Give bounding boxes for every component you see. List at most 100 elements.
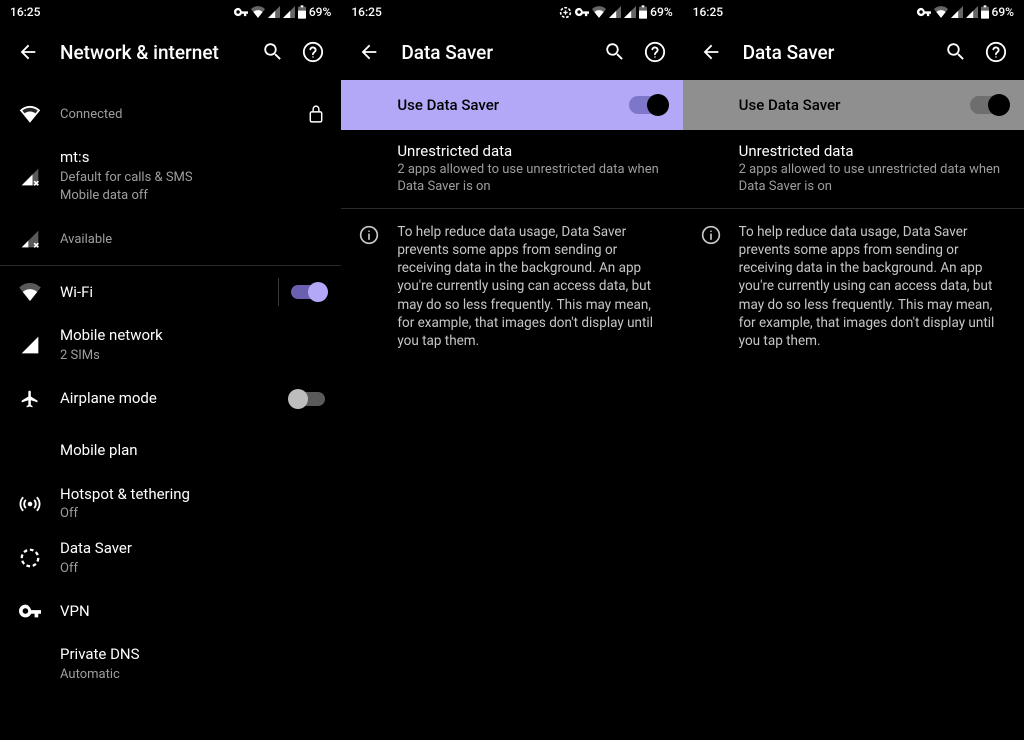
airplane-icon — [20, 389, 40, 409]
status-time: 16:25 — [693, 5, 723, 19]
battery-icon — [981, 5, 989, 19]
help-icon — [644, 41, 666, 63]
help-button[interactable] — [976, 32, 1016, 72]
status-time: 16:25 — [10, 5, 40, 19]
app-bar: Network & internet — [0, 24, 341, 80]
page-title: Data Saver — [389, 41, 594, 64]
help-icon — [985, 41, 1007, 63]
signal-1-icon — [951, 6, 963, 18]
vpn-key-icon — [917, 7, 931, 17]
arrow-back-icon — [358, 41, 380, 63]
use-data-saver-label: Use Data Saver — [397, 96, 628, 114]
lock-icon — [307, 104, 325, 124]
airplane-toggle[interactable] — [291, 392, 325, 406]
mobile-network-row[interactable]: Mobile network 2 SIMs — [0, 318, 341, 372]
info-row: To help reduce data usage, Data Saver pr… — [683, 209, 1024, 365]
back-button[interactable] — [691, 32, 731, 72]
signal-2-icon — [966, 6, 978, 18]
use-data-saver-row[interactable]: Use Data Saver — [683, 80, 1024, 130]
airplane-row[interactable]: Airplane mode — [0, 373, 341, 425]
mobile-sub: 2 SIMs — [60, 348, 325, 365]
search-button[interactable] — [936, 32, 976, 72]
use-data-saver-label: Use Data Saver — [739, 96, 970, 114]
sim2-row[interactable]: Available — [0, 213, 341, 265]
data-saver-toggle[interactable] — [629, 96, 667, 114]
search-button[interactable] — [253, 32, 293, 72]
settings-list: Connected mt:s Default for calls & SMS M… — [0, 80, 341, 692]
wifi-icon — [19, 283, 41, 301]
mobile-plan-row[interactable]: Mobile plan — [0, 425, 341, 477]
status-icons: 69% — [234, 5, 331, 19]
data-saver-row[interactable]: Data Saver Off — [0, 531, 341, 585]
unrestricted-row[interactable]: Unrestricted data 2 apps allowed to use … — [341, 130, 682, 208]
status-time: 16:25 — [351, 5, 381, 19]
wifi-toggle[interactable] — [291, 285, 325, 299]
unrestricted-sub: 2 apps allowed to use unrestricted data … — [397, 162, 666, 196]
data-saver-toggle[interactable] — [970, 96, 1008, 114]
sim2-label: Available — [60, 232, 325, 249]
wifi-icon — [251, 6, 265, 18]
wifi-connected-icon — [19, 105, 41, 123]
vpn-key-icon — [234, 7, 248, 17]
wifi-label: Wi-Fi — [60, 283, 270, 303]
unrestricted-title: Unrestricted data — [739, 142, 1008, 160]
info-text: To help reduce data usage, Data Saver pr… — [397, 223, 666, 351]
vpn-key-icon — [19, 604, 41, 618]
search-icon — [262, 41, 284, 63]
mobile-title: Mobile network — [60, 326, 325, 346]
back-button[interactable] — [349, 32, 389, 72]
status-icons: 69% — [917, 5, 1014, 19]
datasaver-sub: Off — [60, 561, 325, 578]
battery-pct: 69% — [650, 5, 672, 19]
wifi-status-row[interactable]: Connected — [0, 88, 341, 140]
hotspot-row[interactable]: Hotspot & tethering Off — [0, 477, 341, 531]
signal-weak-icon — [20, 229, 40, 249]
airplane-label: Airplane mode — [60, 389, 283, 409]
carrier-row[interactable]: mt:s Default for calls & SMS Mobile data… — [0, 140, 341, 213]
back-button[interactable] — [8, 32, 48, 72]
unrestricted-title: Unrestricted data — [397, 142, 666, 160]
app-bar: Data Saver — [341, 24, 682, 80]
status-bar: 16:25 69% — [683, 0, 1024, 24]
battery-pct: 69% — [992, 5, 1014, 19]
use-data-saver-row[interactable]: Use Data Saver — [341, 80, 682, 130]
unrestricted-row[interactable]: Unrestricted data 2 apps allowed to use … — [683, 130, 1024, 208]
status-bar: 16:25 69% — [0, 0, 341, 24]
help-icon — [302, 41, 324, 63]
vpn-key-icon — [575, 7, 589, 17]
dns-row[interactable]: Private DNS Automatic — [0, 637, 341, 691]
data-saver-status-icon — [559, 6, 572, 19]
info-text: To help reduce data usage, Data Saver pr… — [739, 223, 1008, 351]
signal-off-icon — [20, 167, 40, 187]
arrow-back-icon — [700, 41, 722, 63]
signal-2-icon — [624, 6, 636, 18]
vpn-row[interactable]: VPN — [0, 585, 341, 637]
info-row: To help reduce data usage, Data Saver pr… — [341, 209, 682, 365]
unrestricted-sub: 2 apps allowed to use unrestricted data … — [739, 162, 1008, 196]
search-button[interactable] — [595, 32, 635, 72]
carrier-name: mt:s — [60, 148, 325, 168]
help-button[interactable] — [635, 32, 675, 72]
dns-sub: Automatic — [60, 667, 325, 684]
help-button[interactable] — [293, 32, 333, 72]
app-bar: Data Saver — [683, 24, 1024, 80]
info-icon — [701, 225, 721, 245]
carrier-sub1: Default for calls & SMS — [60, 170, 325, 187]
wifi-status-label: Connected — [60, 107, 299, 124]
status-icons: 69% — [559, 5, 672, 19]
page-title: Network & internet — [48, 41, 253, 64]
hotspot-icon — [19, 493, 41, 515]
pane-network-internet: 16:25 69% Network & internet Connected — [0, 0, 341, 740]
hotspot-sub: Off — [60, 506, 325, 523]
search-icon — [604, 41, 626, 63]
wifi-icon — [934, 6, 948, 18]
battery-icon — [639, 5, 647, 19]
vpn-label: VPN — [60, 602, 325, 622]
data-saver-icon — [19, 547, 41, 569]
wifi-row[interactable]: Wi-Fi — [0, 266, 341, 318]
dns-title: Private DNS — [60, 645, 325, 665]
battery-icon — [298, 5, 306, 19]
search-icon — [945, 41, 967, 63]
info-icon — [359, 225, 379, 245]
battery-pct: 69% — [309, 5, 331, 19]
